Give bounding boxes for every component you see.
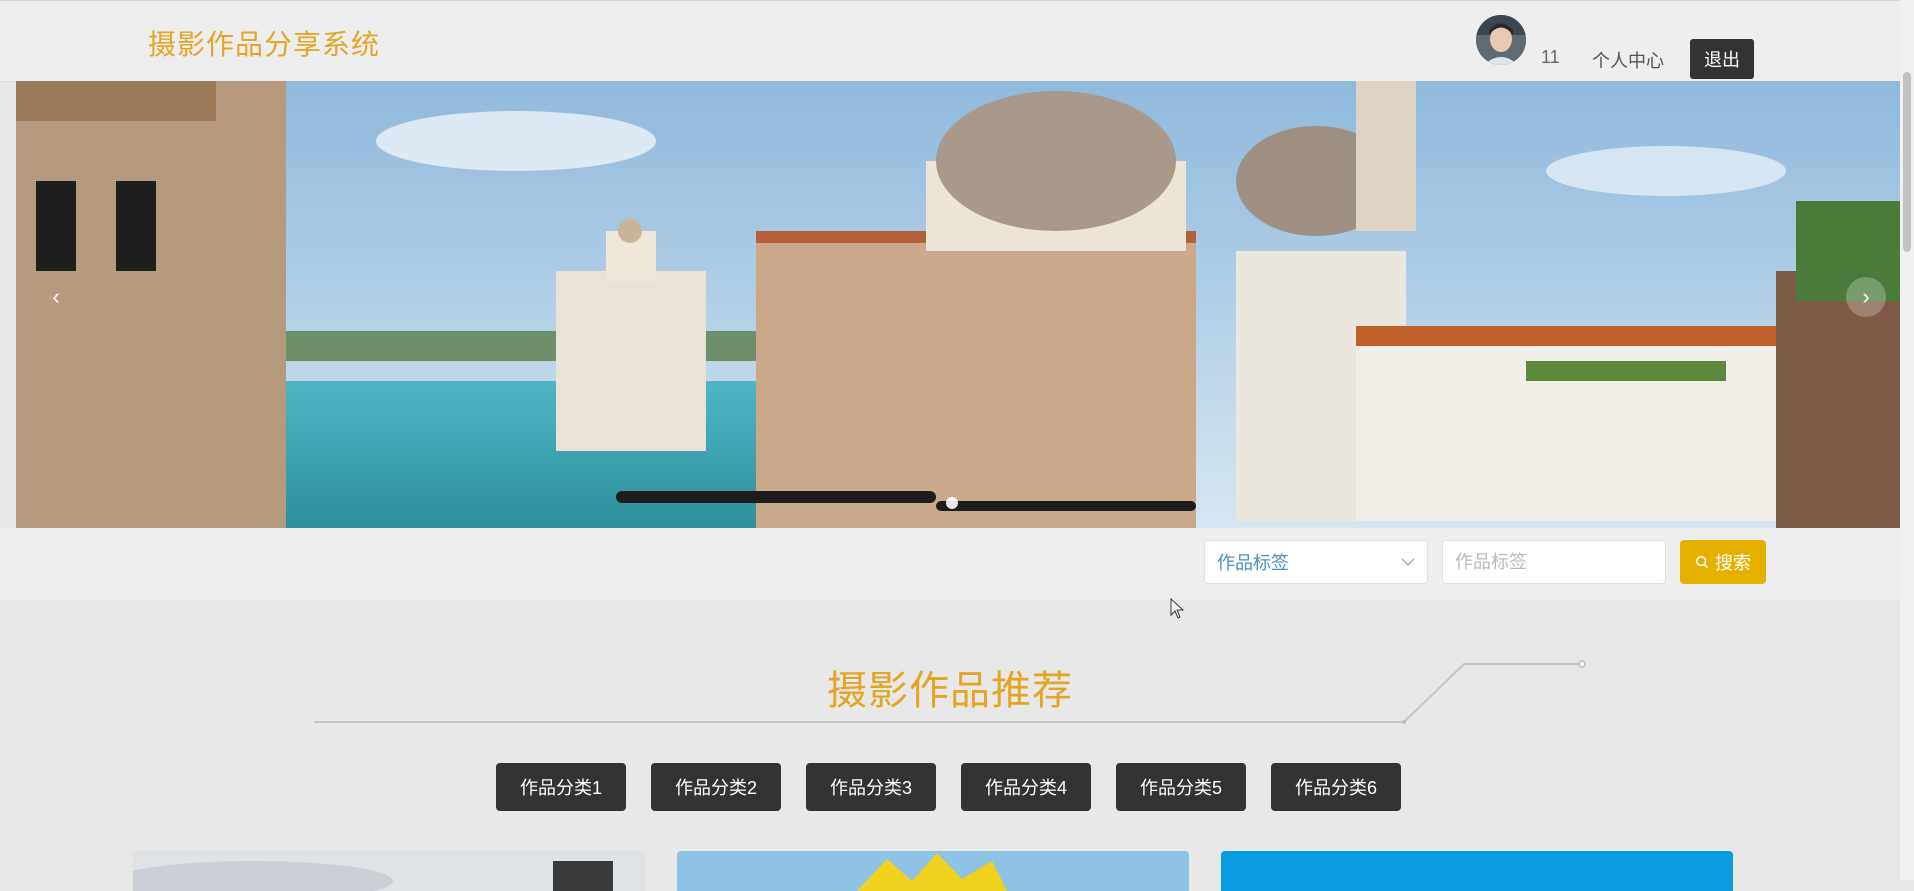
search-icon xyxy=(1695,555,1709,569)
category-button[interactable]: 作品分类3 xyxy=(806,763,936,811)
category-buttons: 作品分类1 作品分类2 作品分类3 作品分类4 作品分类5 作品分类6 xyxy=(496,763,1401,811)
chevron-right-icon: › xyxy=(1862,284,1870,309)
search-bar: 作品标签 搜索 xyxy=(0,528,1900,600)
user-avatar[interactable] xyxy=(1476,15,1526,65)
carousel-indicators xyxy=(946,497,958,509)
tag-select-value: 作品标签 xyxy=(1217,553,1289,573)
category-button[interactable]: 作品分类6 xyxy=(1271,763,1401,811)
site-title: 摄影作品分享系统 xyxy=(148,29,381,60)
search-button[interactable]: 搜索 xyxy=(1680,540,1766,584)
carousel-dot[interactable] xyxy=(946,497,958,509)
profile-center-link[interactable]: 个人中心 xyxy=(1592,47,1664,73)
work-card[interactable] xyxy=(133,851,645,891)
work-card[interactable] xyxy=(677,851,1189,891)
work-card[interactable] xyxy=(1221,851,1733,891)
tag-search-input[interactable] xyxy=(1442,540,1666,584)
banner-image xyxy=(16,81,1900,528)
chevron-left-icon: ‹ xyxy=(52,284,60,309)
search-button-label: 搜索 xyxy=(1715,553,1751,573)
carousel-prev-button[interactable]: ‹ xyxy=(36,277,76,317)
chevron-down-icon xyxy=(1401,554,1415,570)
scrollbar-thumb[interactable] xyxy=(1903,72,1911,252)
tag-select[interactable]: 作品标签 xyxy=(1204,540,1428,584)
category-button[interactable]: 作品分类5 xyxy=(1116,763,1246,811)
banner-carousel[interactable]: ‹ › xyxy=(16,81,1900,528)
username-label: 11 xyxy=(1541,47,1560,67)
category-button[interactable]: 作品分类4 xyxy=(961,763,1091,811)
site-header: 摄影作品分享系统 11 个人中心 退出 xyxy=(0,1,1900,82)
section-title: 摄影作品推荐 xyxy=(827,669,1073,713)
carousel-next-button[interactable]: › xyxy=(1846,277,1886,317)
logout-button[interactable]: 退出 xyxy=(1690,39,1754,79)
category-button[interactable]: 作品分类2 xyxy=(651,763,781,811)
category-button[interactable]: 作品分类1 xyxy=(496,763,626,811)
mouse-cursor-icon xyxy=(1170,598,1185,619)
